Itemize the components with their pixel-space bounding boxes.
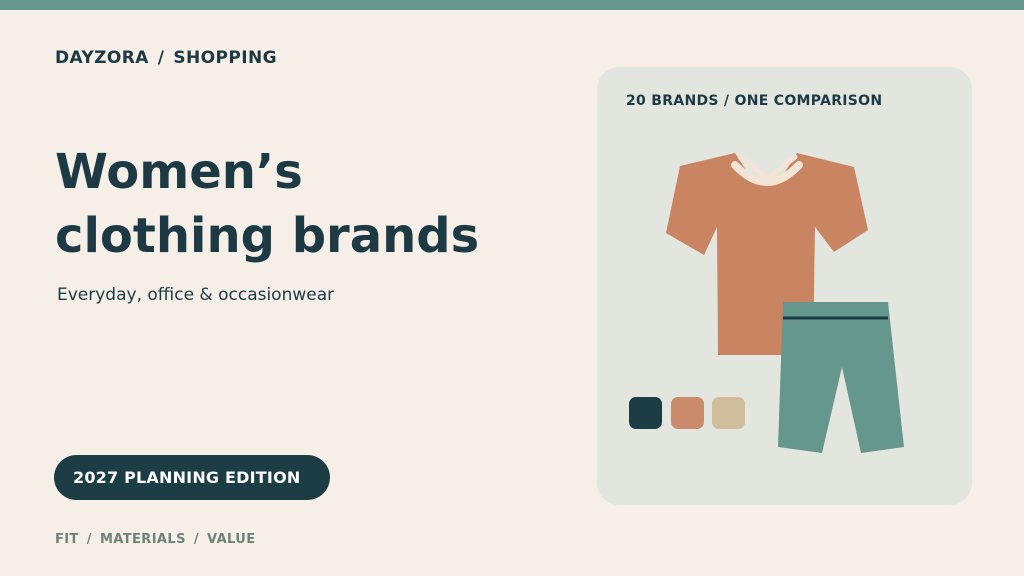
footer-tag-value: VALUE — [207, 532, 256, 547]
color-swatch-navy — [629, 397, 662, 429]
page-title-line-1: Women’s — [55, 144, 303, 200]
color-swatch-sand — [712, 397, 745, 429]
footer-separator: / — [86, 532, 92, 547]
pants-icon — [778, 302, 904, 453]
footer-separator: / — [193, 532, 200, 547]
edition-badge: 2027 PLANNING EDITION — [54, 455, 330, 500]
clothing-illustration — [666, 153, 904, 453]
footer-tags: FIT / MATERIALS / VALUE — [55, 532, 256, 547]
top-accent-bar — [0, 0, 1024, 10]
page-title-line-2: clothing brands — [55, 208, 480, 264]
color-swatch-terracotta — [671, 397, 704, 429]
breadcrumb-section[interactable]: SHOPPING — [173, 48, 277, 68]
breadcrumb-separator: / — [157, 48, 165, 68]
page-title: Women’s clothing brands — [55, 140, 479, 268]
page-subtitle: Everyday, office & occasionwear — [57, 285, 335, 305]
comparison-card: 20 BRANDS / ONE COMPARISON — [597, 67, 972, 505]
footer-tag-fit: FIT — [55, 532, 79, 547]
breadcrumb-brand[interactable]: DAYZORA — [55, 48, 149, 68]
footer-tag-materials: MATERIALS — [99, 532, 186, 547]
breadcrumb: DAYZORA / SHOPPING — [55, 48, 277, 68]
